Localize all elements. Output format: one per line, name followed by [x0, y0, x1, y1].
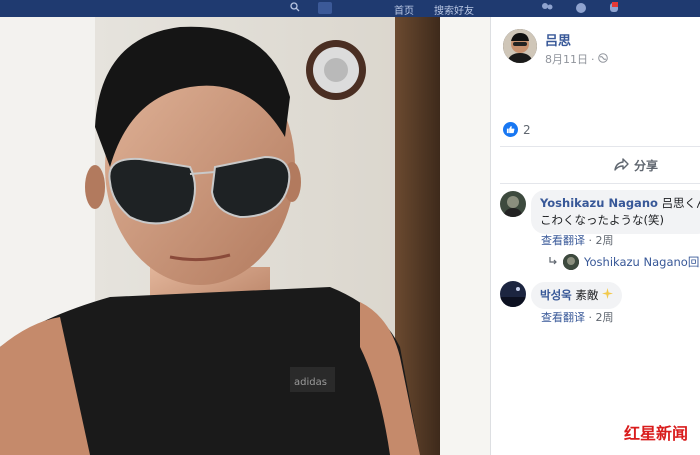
svg-text:adidas: adidas	[294, 377, 327, 388]
comment-time[interactable]: 2周	[596, 311, 614, 324]
commenter-avatar[interactable]	[500, 191, 526, 217]
thumbs-up-icon	[503, 122, 518, 137]
messages-icon[interactable]	[575, 2, 587, 17]
notifications-icon[interactable]	[608, 2, 620, 17]
comment-bubble: Yoshikazu Nagano 吕思くん、 こわくなったような(笑)	[531, 190, 700, 234]
see-translation-link[interactable]: 查看翻译	[541, 234, 585, 247]
reply-suffix: 回复	[687, 255, 700, 269]
nav-home-link[interactable]: 首页	[394, 2, 414, 17]
comment-author[interactable]: Yoshikazu Nagano	[540, 196, 658, 210]
reactions-summary[interactable]: 2	[503, 122, 531, 137]
see-translation-link[interactable]: 查看翻译	[541, 311, 585, 324]
like-count: 2	[523, 122, 531, 137]
top-navigation-bar: 首页 搜索好友	[0, 0, 700, 17]
share-button[interactable]: 分享	[614, 157, 658, 174]
post-date[interactable]: 8月11日	[545, 51, 588, 67]
panel-divider	[490, 17, 491, 455]
globe-icon	[597, 52, 608, 66]
reply-author[interactable]: Yoshikazu Nagano	[584, 255, 688, 269]
comment-time[interactable]: 2周	[596, 234, 614, 247]
comment-text-line1: 吕思くん、	[661, 196, 700, 210]
comment-bubble: 박성욱 素敵	[531, 282, 623, 309]
post-meta: 8月11日 ·	[545, 51, 608, 67]
actions-separator: ·	[588, 234, 596, 247]
author-avatar[interactable]	[503, 29, 537, 63]
comment-text: 素敵	[575, 288, 599, 302]
comment-author[interactable]: 박성욱	[540, 288, 572, 302]
search-icon[interactable]	[290, 2, 300, 15]
meta-separator: ·	[591, 52, 595, 66]
commenter-avatar[interactable]	[500, 281, 526, 307]
nav-find-friends-link[interactable]: 搜索好友	[434, 2, 474, 17]
nav-avatar[interactable]	[318, 2, 332, 17]
post-details-panel: 吕思 8月11日 · 2 分享 Yoshikazu Nagano 吕思くん、 こ…	[490, 17, 700, 455]
actions-divider	[500, 183, 700, 184]
friend-requests-icon[interactable]	[540, 2, 554, 17]
share-icon	[614, 157, 629, 174]
comment-actions: 查看翻译 · 2周	[541, 309, 614, 325]
reply-arrow-icon	[548, 255, 558, 269]
comment-actions: 查看翻译 · 2周	[541, 232, 614, 248]
selfie-photo-image: adidas	[0, 17, 490, 455]
comment-text-line2: こわくなったような(笑)	[540, 213, 664, 227]
actions-separator: ·	[588, 311, 596, 324]
post-photo[interactable]: adidas	[0, 17, 490, 455]
share-label: 分享	[634, 159, 659, 173]
sparkle-icon	[602, 288, 614, 302]
reactions-divider	[500, 146, 700, 147]
post-author-name[interactable]: 吕思	[545, 30, 571, 49]
reply-row[interactable]: Yoshikazu Nagano回复	[548, 254, 700, 270]
reply-avatar	[563, 254, 579, 270]
news-watermark: 红星新闻	[624, 424, 689, 443]
